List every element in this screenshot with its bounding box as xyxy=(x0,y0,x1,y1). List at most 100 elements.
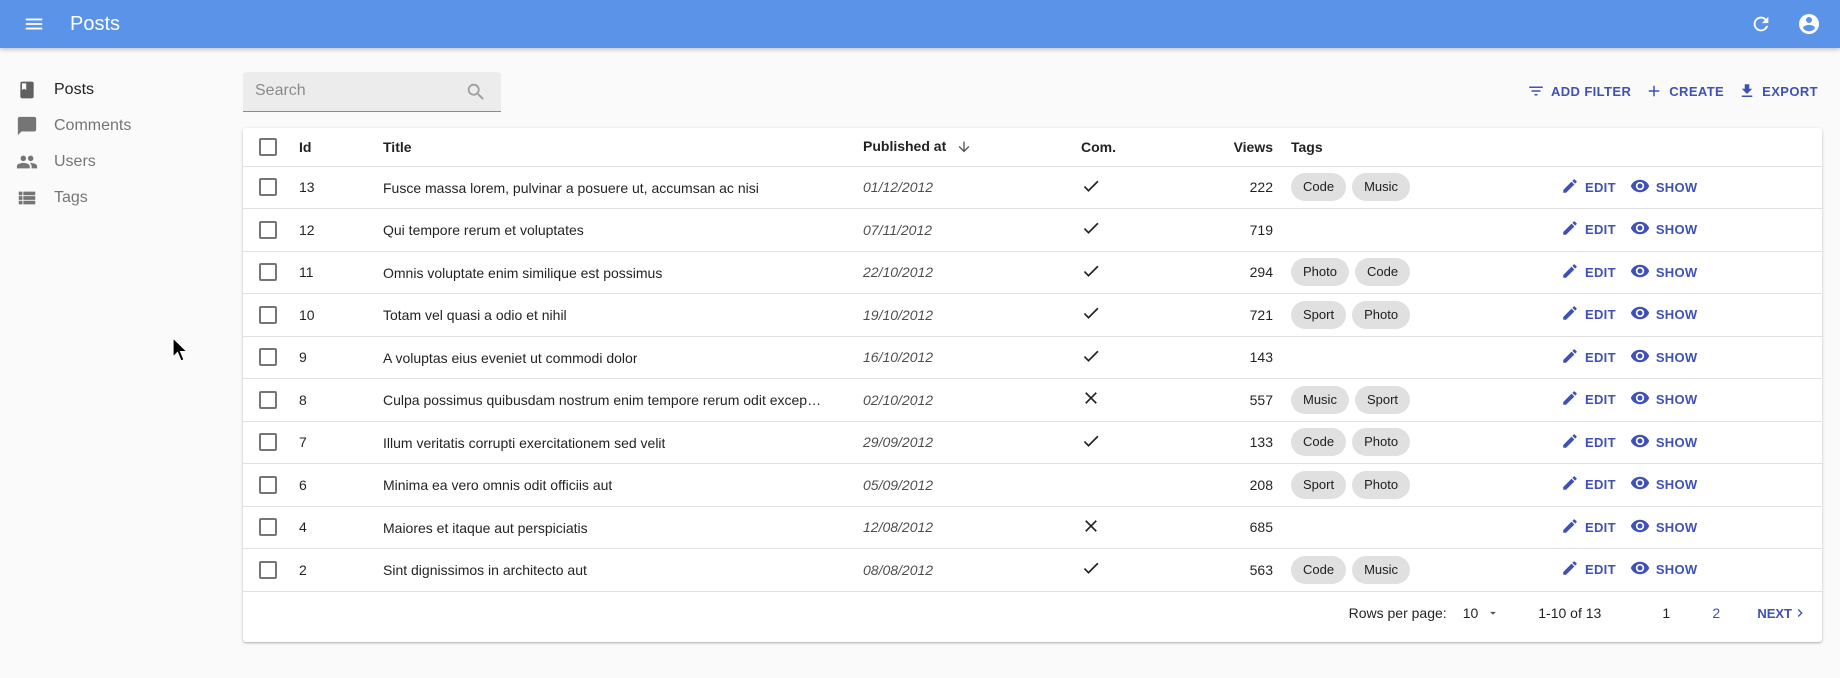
user-menu-button[interactable] xyxy=(1796,11,1822,37)
table-row[interactable]: 13 Fusce massa lorem, pulvinar a posuere … xyxy=(243,166,1822,209)
page-button-1[interactable]: 1 xyxy=(1641,605,1691,621)
cell-title: Minima ea vero omnis odit officiis aut xyxy=(383,463,863,507)
edit-button[interactable]: EDIT xyxy=(1561,559,1616,580)
show-button[interactable]: SHOW xyxy=(1630,558,1698,581)
row-checkbox[interactable] xyxy=(259,263,277,282)
table-row[interactable]: 6 Minima ea vero omnis odit officiis aut 0… xyxy=(243,463,1822,507)
cell-com xyxy=(1081,548,1151,592)
mouse-cursor-icon xyxy=(172,337,189,362)
edit-button[interactable]: EDIT xyxy=(1561,262,1616,283)
pencil-icon xyxy=(1561,474,1585,495)
show-button[interactable]: SHOW xyxy=(1630,176,1698,199)
plus-icon xyxy=(1649,85,1660,97)
column-header-label: Title xyxy=(383,138,412,155)
show-button[interactable]: SHOW xyxy=(1630,303,1698,326)
tag-chip[interactable]: Code xyxy=(1291,428,1347,457)
sidebar-item-comments[interactable]: Comments xyxy=(0,108,220,144)
table-row[interactable]: 10 Totam vel quasi a odio et nihil 19/10/2… xyxy=(243,293,1822,337)
column-header-id[interactable]: Id xyxy=(299,128,383,167)
export-button[interactable]: EXPORT xyxy=(1738,82,1818,100)
row-select-cell xyxy=(243,166,299,209)
row-checkbox[interactable] xyxy=(259,220,277,239)
page-button-2[interactable]: 2 xyxy=(1691,605,1741,621)
row-checkbox[interactable] xyxy=(259,560,277,579)
table-row[interactable]: 8 Culpa possimus quibusdam nostrum enim t… xyxy=(243,378,1822,422)
column-header-title[interactable]: Title xyxy=(383,128,863,167)
cell-com xyxy=(1081,208,1151,252)
show-label: SHOW xyxy=(1655,264,1698,280)
row-checkbox[interactable] xyxy=(259,348,277,367)
column-header-com[interactable]: Com. xyxy=(1081,128,1151,167)
next-page-button[interactable]: NEXT xyxy=(1757,605,1808,621)
sidebar-item-users[interactable]: Users xyxy=(0,144,220,180)
refresh-button[interactable] xyxy=(1748,11,1774,37)
edit-button[interactable]: EDIT xyxy=(1561,177,1616,198)
search-input[interactable] xyxy=(243,72,453,110)
column-header-published-at[interactable]: Published at xyxy=(863,128,1081,167)
table-row[interactable]: 7 Illum veritatis corrupti exercitationem… xyxy=(243,421,1822,464)
row-checkbox[interactable] xyxy=(259,433,277,452)
edit-button[interactable]: EDIT xyxy=(1561,517,1616,538)
sidebar-item-posts[interactable]: Posts xyxy=(0,72,220,108)
edit-button[interactable]: EDIT xyxy=(1561,474,1616,495)
table-row[interactable]: 11 Omnis voluptate enim similique est pos… xyxy=(243,251,1822,294)
menu-icon xyxy=(25,18,43,30)
tag-chip[interactable]: Photo xyxy=(1352,428,1411,457)
show-button[interactable]: SHOW xyxy=(1630,516,1698,539)
tag-chip[interactable]: Music xyxy=(1352,173,1411,202)
page-title: Posts xyxy=(70,12,121,35)
table-row[interactable]: 9A voluptas eius eveniet ut commodi dolo… xyxy=(243,336,1822,379)
show-button[interactable]: SHOW xyxy=(1630,431,1698,454)
edit-button[interactable]: EDIT xyxy=(1561,219,1616,240)
cell-title: Omnis voluptate enim similique est possi… xyxy=(383,251,863,294)
show-button[interactable]: SHOW xyxy=(1630,218,1698,241)
show-button[interactable]: SHOW xyxy=(1630,473,1698,496)
row-checkbox[interactable] xyxy=(259,518,277,537)
select-all-cell xyxy=(243,128,299,167)
table-row[interactable]: 4 Maiores et itaque aut perspiciatis 12/08… xyxy=(243,506,1822,549)
sidebar-item-tags[interactable]: Tags xyxy=(0,180,220,216)
edit-button[interactable]: EDIT xyxy=(1561,347,1616,368)
row-select-cell xyxy=(243,336,299,379)
tag-chip[interactable]: Code xyxy=(1291,173,1347,202)
tag-chip[interactable]: Photo xyxy=(1352,470,1411,499)
show-label: SHOW xyxy=(1655,179,1698,195)
edit-button[interactable]: EDIT xyxy=(1561,432,1616,453)
row-select-cell xyxy=(243,251,299,294)
menu-button[interactable] xyxy=(10,0,58,48)
edit-button[interactable]: EDIT xyxy=(1561,304,1616,325)
tag-chip[interactable]: Sport xyxy=(1291,300,1347,329)
row-checkbox[interactable] xyxy=(259,475,277,494)
sidebar-item-label: Posts xyxy=(54,81,95,98)
cell-published-at: 08/08/2012 xyxy=(863,548,1081,592)
tag-chip[interactable]: Photo xyxy=(1352,300,1411,329)
column-header-label: Tags xyxy=(1291,138,1323,155)
tag-chip[interactable]: Music xyxy=(1352,555,1411,584)
search-icon[interactable] xyxy=(465,81,487,108)
row-checkbox[interactable] xyxy=(259,305,277,324)
cell-published-at: 16/10/2012 xyxy=(863,336,1081,379)
cell-views: 685 xyxy=(1151,506,1291,549)
rows-per-page-select[interactable]: 10 xyxy=(1463,605,1501,621)
select-all-checkbox[interactable] xyxy=(259,137,277,156)
tag-chip[interactable]: Code xyxy=(1354,258,1411,287)
row-checkbox[interactable] xyxy=(259,178,277,197)
eye-icon xyxy=(1630,346,1656,369)
export-label: EXPORT xyxy=(1762,83,1818,99)
show-button[interactable]: SHOW xyxy=(1630,388,1698,411)
tag-chip[interactable]: Sport xyxy=(1291,470,1347,499)
table-row[interactable]: 12 Qui tempore rerum et voluptates 07/11/2… xyxy=(243,208,1822,252)
column-header-views[interactable]: Views xyxy=(1151,128,1291,167)
tag-chip[interactable]: Sport xyxy=(1354,385,1411,414)
rows-per-page-label: Rows per page: xyxy=(1348,605,1447,621)
create-button[interactable]: CREATE xyxy=(1645,82,1724,100)
tag-chip[interactable]: Code xyxy=(1291,555,1347,584)
tag-chip[interactable]: Music xyxy=(1291,385,1349,414)
row-checkbox[interactable] xyxy=(259,390,277,409)
edit-button[interactable]: EDIT xyxy=(1561,389,1616,410)
show-button[interactable]: SHOW xyxy=(1630,261,1698,284)
tag-chip[interactable]: Photo xyxy=(1291,258,1349,287)
table-row[interactable]: 2 Sint dignissimos in architecto aut 08/08… xyxy=(243,548,1822,592)
add-filter-button[interactable]: ADD FILTER xyxy=(1527,82,1631,100)
show-button[interactable]: SHOW xyxy=(1630,346,1698,369)
